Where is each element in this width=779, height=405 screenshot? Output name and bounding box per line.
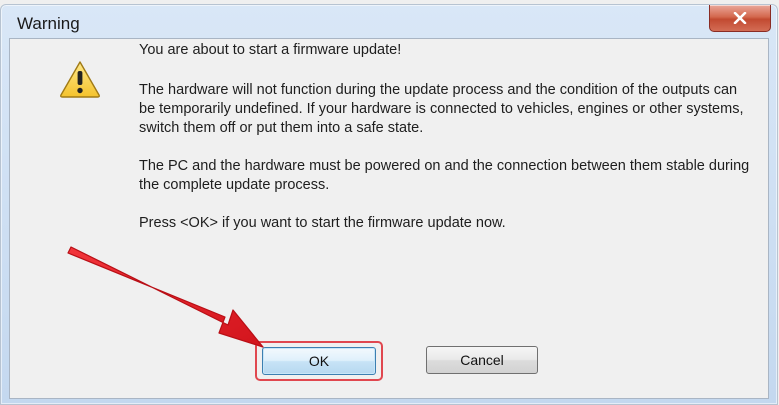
dialog-message: You are about to start a firmware update… <box>139 41 751 252</box>
close-icon <box>733 12 747 24</box>
screenshot: Warning You are about to start a firmwar… <box>0 0 779 405</box>
ok-button[interactable]: OK <box>262 347 376 375</box>
message-heading: You are about to start a firmware update… <box>139 42 402 58</box>
close-button[interactable] <box>709 5 771 32</box>
message-paragraph-power: The PC and the hardware must be powered … <box>139 158 750 193</box>
dialog-title: Warning <box>17 14 80 33</box>
message-paragraph-hardware: The hardware will not function during th… <box>139 82 744 136</box>
cancel-button[interactable]: Cancel <box>426 346 538 374</box>
warning-triangle-icon <box>60 61 100 98</box>
message-paragraph-instruction: Press <OK> if you want to start the firm… <box>139 215 506 231</box>
title-bar[interactable]: Warning <box>1 5 777 38</box>
